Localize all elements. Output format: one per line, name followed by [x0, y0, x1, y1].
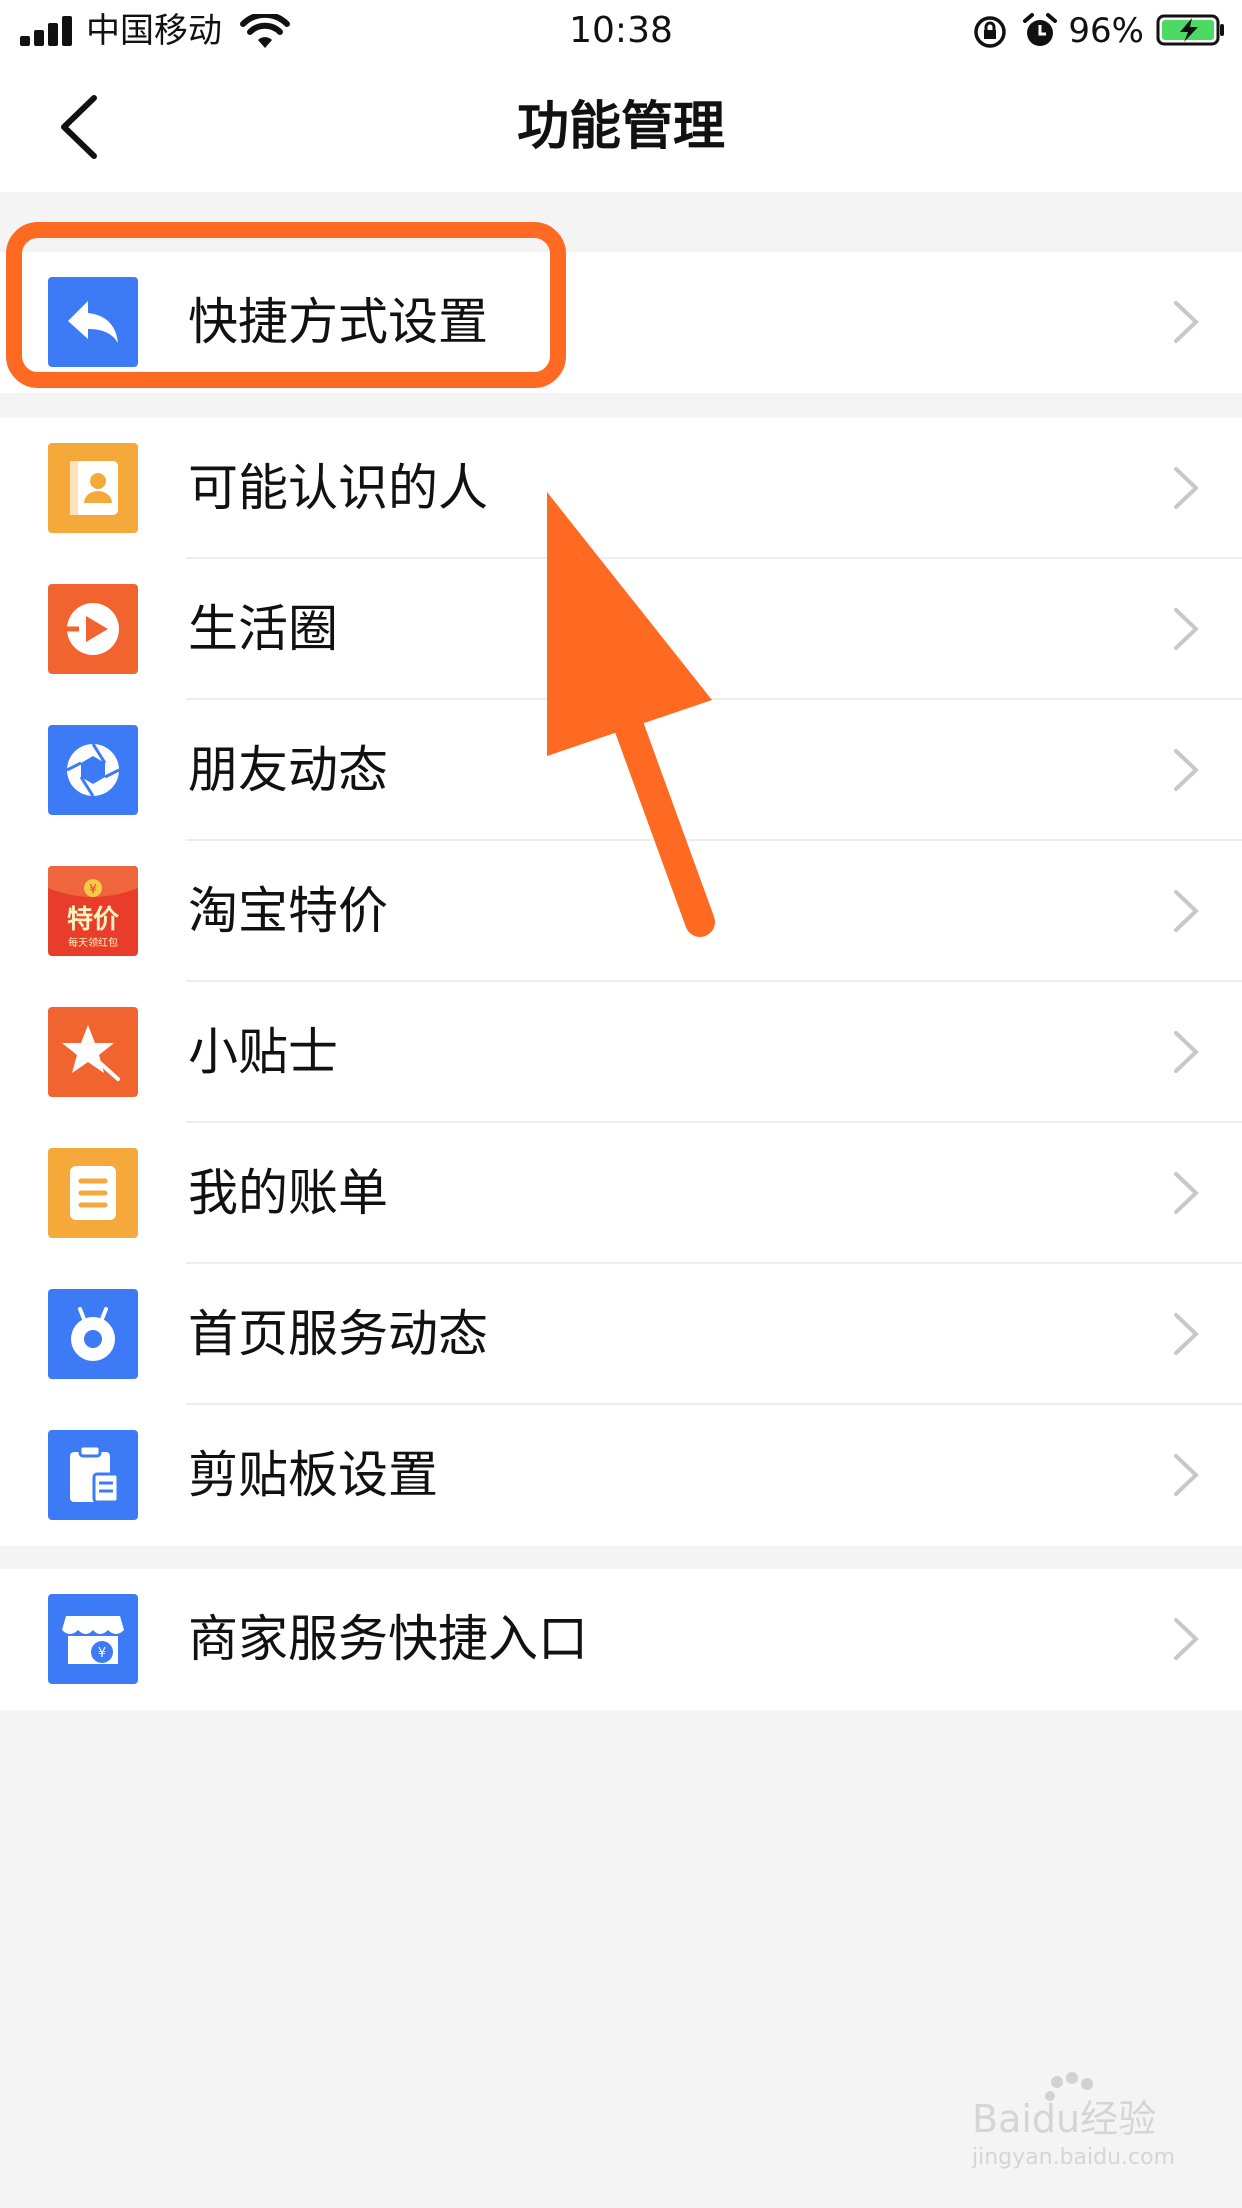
row-label: 剪贴板设置	[188, 1446, 438, 1504]
chevron-right-icon	[1174, 1618, 1199, 1660]
settings-group-shortcuts: 快捷方式设置	[0, 252, 1242, 393]
taobao-icon-subtitle: 每天领红包	[68, 936, 118, 949]
row-clipboard-settings[interactable]: 剪贴板设置	[0, 1405, 1242, 1546]
chevron-right-icon	[1174, 301, 1199, 343]
clipboard-icon	[48, 1430, 138, 1520]
row-life-circle[interactable]: 生活圈	[0, 559, 1242, 700]
bill-icon	[48, 1148, 138, 1238]
chevron-right-icon	[1174, 1454, 1199, 1496]
chevron-right-icon	[1174, 890, 1199, 932]
row-label: 淘宝特价	[188, 882, 388, 940]
row-label: 快捷方式设置	[188, 293, 488, 351]
row-my-bills[interactable]: 我的账单	[0, 1123, 1242, 1264]
taobao-icon-title: 特价	[67, 904, 120, 935]
contacts-icon	[48, 443, 138, 533]
watermark-url: jingyan.baidu.com	[972, 2145, 1175, 2170]
row-label: 小贴士	[188, 1023, 338, 1081]
row-people-you-may-know[interactable]: 可能认识的人	[0, 418, 1242, 559]
page-title: 功能管理	[516, 97, 725, 157]
row-label: 可能认识的人	[188, 459, 488, 517]
row-merchant-service-shortcut[interactable]: ¥ 商家服务快捷入口	[0, 1569, 1242, 1710]
life-circle-icon	[48, 584, 138, 674]
chevron-right-icon	[1174, 608, 1199, 650]
yuan-symbol: ¥	[98, 1646, 106, 1661]
row-label: 首页服务动态	[188, 1305, 488, 1363]
chevron-right-icon	[1174, 1031, 1199, 1073]
status-bar: 中国移动 10:38 96%	[0, 0, 1242, 62]
row-tips[interactable]: 小贴士	[0, 982, 1242, 1123]
row-taobao-special[interactable]: ¥ 特价 每天领红包 淘宝特价	[0, 841, 1242, 982]
battery-charging-icon	[1156, 14, 1224, 46]
coin-symbol: ¥	[89, 882, 97, 896]
alarm-icon	[1023, 13, 1057, 46]
watermark: Baidu经验 jingyan.baidu.com	[971, 2068, 1202, 2178]
row-home-service-updates[interactable]: 首页服务动态	[0, 1264, 1242, 1405]
row-label: 朋友动态	[188, 741, 388, 799]
rotation-lock-icon	[974, 16, 1006, 48]
merchant-store-icon: ¥	[48, 1594, 138, 1684]
chevron-right-icon	[1174, 749, 1199, 791]
camera-aperture-icon	[48, 725, 138, 815]
battery-percent: 96%	[1068, 11, 1144, 51]
row-label: 我的账单	[188, 1164, 388, 1222]
shortcut-icon	[48, 277, 138, 367]
row-label: 商家服务快捷入口	[188, 1610, 588, 1668]
navigation-bar: 功能管理	[0, 62, 1242, 192]
chevron-right-icon	[1174, 467, 1199, 509]
chevron-right-icon	[1174, 1172, 1199, 1214]
row-label: 生活圈	[188, 600, 338, 658]
tips-star-icon	[48, 1007, 138, 1097]
home-service-icon	[48, 1289, 138, 1379]
row-friends-feed[interactable]: 朋友动态	[0, 700, 1242, 841]
watermark-brand: Baidu经验	[972, 2097, 1156, 2141]
settings-group-merchant: ¥ 商家服务快捷入口	[0, 1569, 1242, 1710]
chevron-right-icon	[1174, 1313, 1199, 1355]
row-shortcut-settings[interactable]: 快捷方式设置	[0, 252, 1242, 393]
taobao-special-icon: ¥ 特价 每天领红包	[48, 866, 138, 956]
settings-group-features: 可能认识的人 生活圈 朋友动态 ¥ 特价 每天领红包 淘宝特价 小贴士 我的账单…	[0, 418, 1242, 1546]
